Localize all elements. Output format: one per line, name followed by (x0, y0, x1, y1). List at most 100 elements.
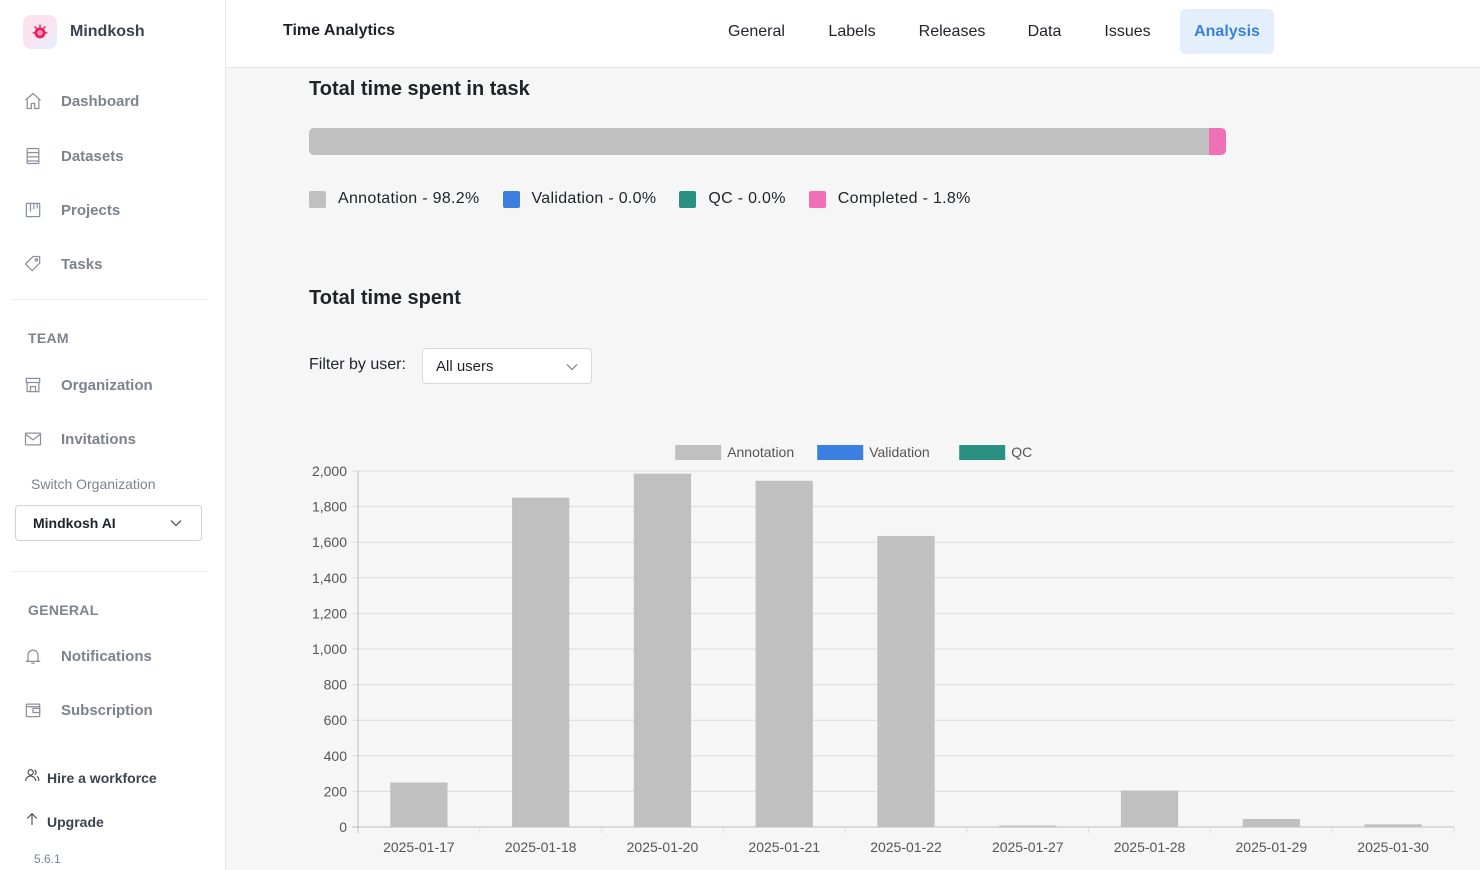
version-label: 5.6.1 (34, 852, 61, 866)
bar-annotation (999, 825, 1057, 827)
organization-select[interactable]: Mindkosh AI (15, 505, 202, 541)
mail-icon (22, 428, 44, 450)
sidebar-item-label: Invitations (61, 430, 137, 448)
top-bar: Time Analytics General Labels Releases D… (226, 0, 1480, 68)
legend-item-annotation: Annotation - 98.2% (309, 190, 480, 208)
sidebar-item-projects[interactable]: Projects (22, 198, 120, 222)
y-tick-label: 1,000 (312, 641, 347, 657)
x-tick-label: 2025-01-18 (505, 839, 577, 855)
legend-item-validation: Validation - 0.0% (502, 190, 657, 208)
chart-legend-label: Validation (869, 444, 929, 460)
bar-annotation (633, 473, 692, 827)
tab-data[interactable]: Data (1018, 9, 1071, 54)
legend-item-completed: Completed - 1.8% (808, 190, 971, 208)
team-section-title: TEAM (28, 330, 69, 346)
sidebar-item-subscription[interactable]: Subscription (22, 698, 153, 722)
x-tick-label: 2025-01-28 (1114, 839, 1186, 855)
brand-name: Mindkosh (70, 23, 145, 40)
home-icon (22, 90, 44, 112)
sidebar-item-label: Subscription (61, 701, 153, 719)
x-tick-label: 2025-01-21 (748, 839, 820, 855)
y-tick-label: 1,800 (312, 499, 347, 515)
hire-workforce-label: Hire a workforce (47, 769, 157, 786)
legend-label: Annotation - 98.2% (338, 190, 480, 207)
y-tick-label: 1,200 (312, 605, 347, 621)
legend-label: Completed - 1.8% (837, 190, 971, 207)
sidebar-item-label: Projects (61, 201, 121, 219)
time-spent-bar-chart: 0 200 400 600 800 1,000 1,200 1,400 1,600 1,800 2,… (312, 444, 1455, 855)
sidebar-item-organization[interactable]: Organization (22, 373, 153, 397)
tab-issues[interactable]: Issues (1093, 9, 1162, 54)
legend-swatch (502, 190, 520, 208)
x-tick-label: 2025-01-30 (1357, 839, 1429, 855)
time-spent-title: Total time spent (309, 287, 461, 309)
sidebar-item-invitations[interactable]: Invitations (22, 427, 136, 451)
task-time-stacked-bar (309, 128, 1226, 155)
y-tick-label: 1,400 (312, 570, 347, 586)
tab-general[interactable]: General (717, 9, 796, 54)
switch-organization-label: Switch Organization (31, 476, 156, 492)
user-filter-value: All users (436, 357, 494, 375)
chart-legend-label: QC (1011, 444, 1032, 460)
sidebar-item-datasets[interactable]: Datasets (22, 144, 124, 168)
y-tick-label: 1,600 (312, 534, 347, 550)
user-filter-select[interactable]: All users (422, 348, 592, 384)
x-tick-label: 2025-01-27 (992, 839, 1064, 855)
legend-item-qc: QC - 0.0% (679, 190, 785, 208)
bar-annotation (877, 535, 935, 827)
legend-label: QC - 0.0% (708, 190, 786, 207)
sidebar-item-notifications[interactable]: Notifications (22, 644, 152, 668)
tag-icon (22, 253, 44, 275)
legend-swatch (808, 190, 826, 208)
stack-segment-annotation (309, 128, 1210, 155)
y-tick-label: 600 (324, 712, 348, 728)
tab-labels[interactable]: Labels (818, 9, 886, 54)
arrow-up-icon (24, 811, 40, 832)
store-icon (22, 374, 44, 396)
y-tick-label: 400 (324, 748, 348, 764)
datasets-icon (22, 145, 44, 167)
projects-icon (22, 199, 44, 221)
bar-annotation (1242, 818, 1300, 827)
y-tick-label: 2,000 (312, 463, 347, 479)
filter-by-user-label: Filter by user: (309, 356, 406, 373)
chart-legend-swatch (675, 445, 722, 460)
y-tick-label: 200 (324, 783, 348, 799)
chevron-down-icon (169, 516, 183, 530)
tab-releases[interactable]: Releases (908, 9, 996, 54)
legend-swatch (309, 190, 326, 208)
bar-annotation (390, 782, 448, 827)
task-time-legend: Annotation - 98.2% Validation - 0.0% QC - … (309, 190, 994, 208)
sidebar-item-dashboard[interactable]: Dashboard (22, 89, 139, 113)
legend-label: Validation - 0.0% (531, 190, 657, 207)
x-tick-label: 2025-01-20 (627, 839, 699, 855)
sidebar: Mindkosh Dashboard Datasets Projects Tas… (0, 0, 226, 870)
general-section-title: GENERAL (28, 602, 99, 618)
sidebar-item-label: Datasets (61, 147, 124, 165)
hire-workforce-link[interactable]: Hire a workforce (24, 767, 157, 788)
bell-icon (22, 645, 44, 667)
x-tick-label: 2025-01-22 (870, 839, 942, 855)
bar-annotation (1364, 824, 1422, 827)
sidebar-divider (12, 571, 208, 572)
bar-annotation (755, 480, 813, 827)
wallet-icon (22, 699, 44, 721)
sidebar-divider (12, 299, 208, 300)
sidebar-item-tasks[interactable]: Tasks (22, 252, 102, 276)
sidebar-item-label: Organization (61, 376, 153, 394)
chart-legend-swatch (817, 445, 864, 460)
upgrade-link[interactable]: Upgrade (24, 811, 104, 832)
upgrade-label: Upgrade (47, 813, 104, 830)
brand-logo-icon (23, 15, 57, 49)
brand[interactable]: Mindkosh (23, 15, 145, 49)
organization-select-value: Mindkosh AI (33, 515, 116, 531)
sidebar-item-label: Notifications (61, 647, 152, 665)
tab-analysis[interactable]: Analysis (1180, 9, 1274, 54)
task-time-title: Total time spent in task (309, 78, 530, 100)
y-tick-label: 800 (324, 677, 348, 693)
y-tick-label: 0 (339, 819, 347, 835)
bar-annotation (1120, 790, 1179, 827)
chevron-down-icon (565, 360, 579, 379)
legend-swatch (679, 190, 697, 208)
sidebar-item-label: Tasks (61, 255, 103, 273)
